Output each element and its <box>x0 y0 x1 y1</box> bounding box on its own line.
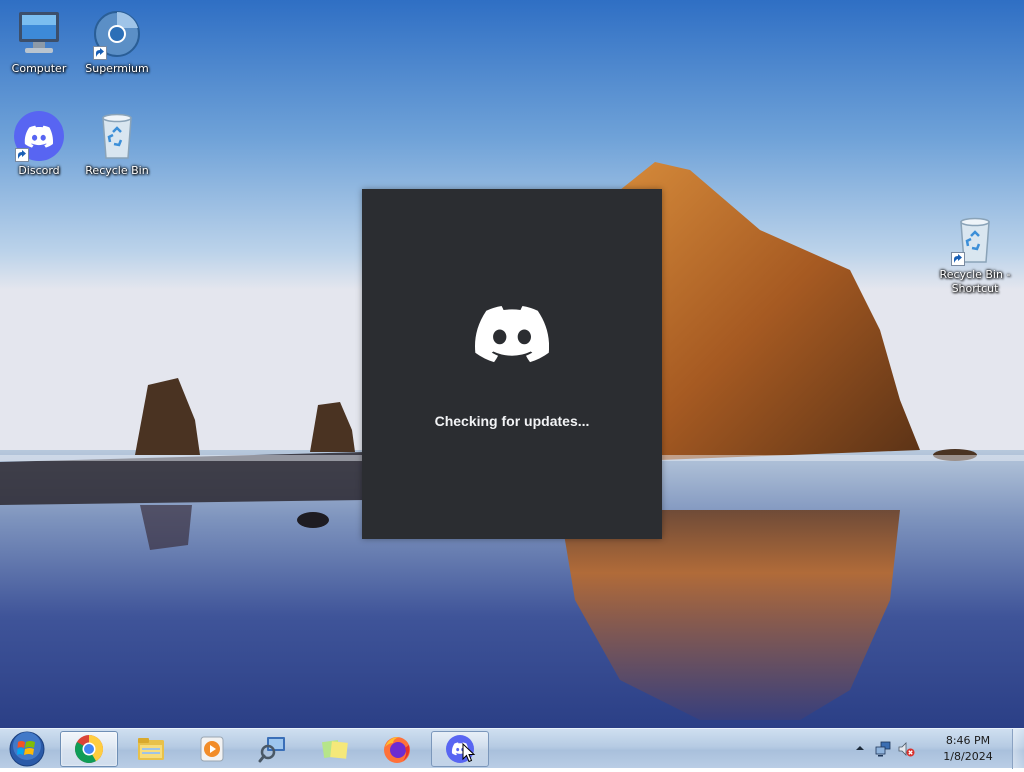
desktop-icon-recycle-bin-shortcut[interactable]: Recycle Bin - Shortcut <box>936 214 1014 296</box>
taskbar-button-search-program[interactable] <box>244 731 302 767</box>
desktop-icon-label: Computer <box>11 62 67 75</box>
shortcut-arrow-icon <box>93 46 107 60</box>
taskbar-button-media-player[interactable] <box>183 731 241 767</box>
media-player-icon <box>200 736 224 762</box>
search-program-icon <box>258 737 285 763</box>
update-status-text: Checking for updates... <box>434 413 590 429</box>
taskbar-button-file-explorer[interactable] <box>122 731 180 767</box>
system-tray: 8:46 PM 1/8/2024 <box>854 729 1024 769</box>
shortcut-arrow-icon <box>15 148 29 162</box>
discord-splash-window: Checking for updates... <box>362 189 662 539</box>
desktop-icon-recycle-bin[interactable]: Recycle Bin <box>78 110 156 178</box>
recycle-bin-icon <box>102 113 132 159</box>
desktop-icon-label: Recycle Bin - Shortcut <box>939 268 1011 295</box>
clock[interactable]: 8:46 PM 1/8/2024 <box>924 733 1012 765</box>
desktop-icon-discord[interactable]: Discord <box>0 110 78 178</box>
firefox-icon <box>384 737 410 763</box>
desktop-icon-supermium[interactable]: Supermium <box>78 8 156 76</box>
start-button[interactable] <box>4 730 50 768</box>
network-icon[interactable] <box>874 740 892 758</box>
taskbar-button-discord[interactable] <box>431 731 489 767</box>
desktop-icon-computer[interactable]: Computer <box>0 8 78 76</box>
sticky-notes-icon <box>321 739 348 759</box>
mouse-cursor-icon <box>462 743 476 763</box>
taskbar: 8:46 PM 1/8/2024 <box>0 728 1024 769</box>
file-explorer-icon <box>138 738 164 760</box>
show-hidden-icons-icon[interactable] <box>854 742 866 754</box>
chrome-icon <box>75 735 103 763</box>
desktop: Computer Supermium Discord Recycle Bin R… <box>0 0 1024 728</box>
clock-time: 8:46 PM <box>945 734 991 747</box>
volume-muted-icon[interactable] <box>897 740 915 758</box>
desktop-icon-label: Recycle Bin <box>85 164 149 177</box>
computer-icon <box>19 12 59 53</box>
desktop-icon-label: Discord <box>18 164 60 177</box>
show-desktop-button[interactable] <box>1012 729 1024 769</box>
start-orb-icon <box>9 731 45 767</box>
taskbar-button-firefox[interactable] <box>368 731 426 767</box>
discord-logo-icon <box>475 306 549 363</box>
clock-date: 1/8/2024 <box>943 750 993 763</box>
desktop-icon-label: Supermium <box>85 62 149 75</box>
taskbar-button-chrome[interactable] <box>60 731 118 767</box>
taskbar-button-sticky-notes[interactable] <box>306 731 364 767</box>
shortcut-arrow-icon <box>951 252 965 266</box>
